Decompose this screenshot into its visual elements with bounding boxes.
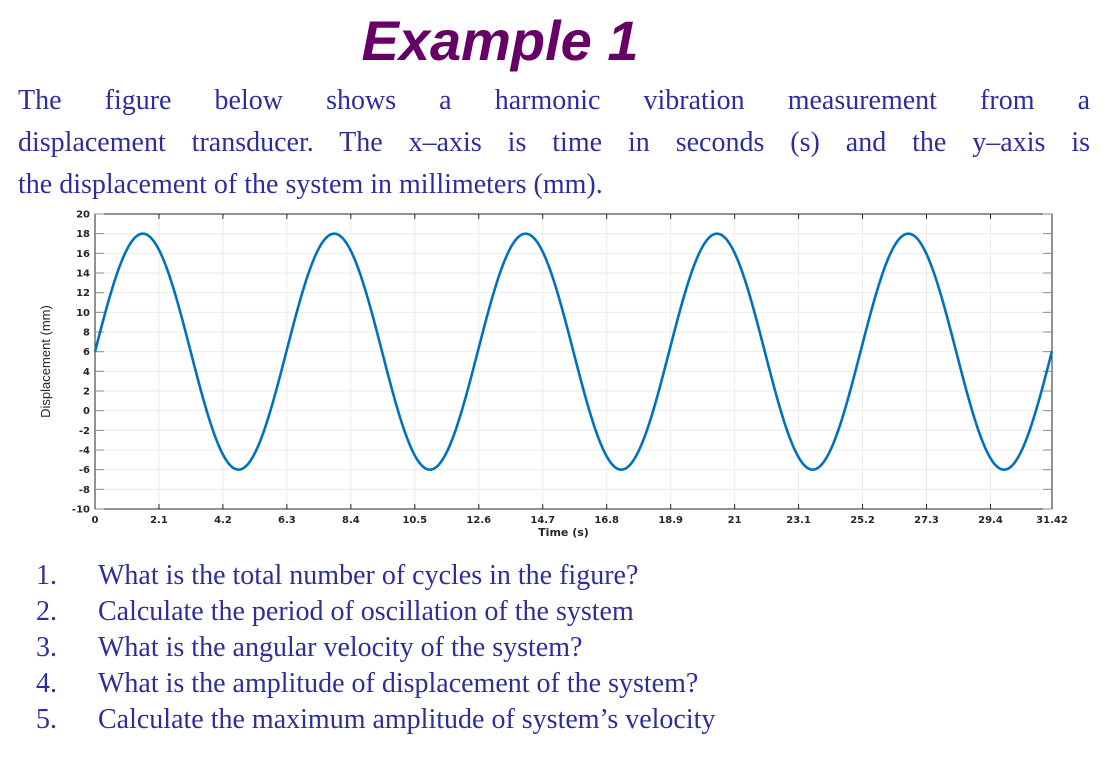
y-tick-label: -2 — [79, 426, 90, 437]
question-item: 4. What is the amplitude of displacement … — [36, 666, 715, 702]
intro-line-1: The figure below shows a harmonic vibrat… — [18, 85, 1090, 116]
x-tick-label: 23.1 — [786, 515, 811, 526]
x-tick-label: 4.2 — [214, 515, 232, 526]
displacement-chart: 0 2.1 4.2 6.3 8.4 10.5 12.6 14.7 16.8 18.9 21 23.1 2… — [38, 210, 1068, 540]
x-tick-label: 14.7 — [530, 515, 555, 526]
question-text: What is the angular velocity of the syst… — [98, 632, 583, 663]
x-tick-label: 2.1 — [150, 515, 168, 526]
x-tick-label: 31.42 — [1036, 515, 1068, 526]
y-tick-label: 4 — [83, 367, 90, 378]
x-tick-label: 6.3 — [278, 515, 296, 526]
y-tick-label: 12 — [76, 288, 90, 299]
intro-line-2: displacement transducer. The x–axis is t… — [18, 127, 1090, 158]
question-text: What is the amplitude of displacement of… — [98, 668, 699, 699]
y-tick-label: -8 — [79, 485, 90, 496]
question-number: 1. — [36, 560, 57, 591]
y-tick-labels: -10 -8 -6 -4 -2 0 2 4 6 8 10 12 14 16 18 20 — [72, 210, 90, 516]
x-tick-label: 18.9 — [658, 515, 683, 526]
question-number: 2. — [36, 596, 57, 627]
question-number: 5. — [36, 704, 57, 735]
y-tick-label: 20 — [76, 210, 90, 221]
ticks — [94, 213, 1053, 510]
question-item: 1. What is the total number of cycles in … — [36, 558, 715, 594]
y-tick-label: -4 — [79, 446, 90, 457]
slide-title: Example 1 — [361, 9, 639, 72]
y-tick-label: 8 — [83, 328, 90, 339]
y-tick-label: 18 — [76, 229, 90, 240]
x-tick-label: 25.2 — [850, 515, 875, 526]
question-list: 1. What is the total number of cycles in … — [36, 558, 715, 738]
y-tick-label: 16 — [76, 249, 90, 260]
x-tick-label: 10.5 — [402, 515, 427, 526]
y-tick-label: 6 — [83, 347, 90, 358]
x-tick-label: 16.8 — [594, 515, 619, 526]
question-number: 4. — [36, 668, 57, 699]
plot-frame — [94, 213, 1053, 510]
x-tick-label: 8.4 — [342, 515, 360, 526]
x-tick-label: 29.4 — [978, 515, 1003, 526]
question-item: 2. Calculate the period of oscillation of… — [36, 594, 715, 630]
question-item: 3. What is the angular velocity of the sy… — [36, 630, 715, 666]
x-tick-label: 27.3 — [914, 515, 939, 526]
y-tick-label: -10 — [72, 505, 90, 516]
question-text: What is the total number of cycles in th… — [98, 560, 639, 591]
x-tick-labels: 0 2.1 4.2 6.3 8.4 10.5 12.6 14.7 16.8 18.9 21 23.1 2… — [92, 515, 1068, 526]
intro-paragraph: The figure below shows a harmonic vibrat… — [18, 80, 1090, 206]
x-axis-label: Time (s) — [538, 526, 589, 539]
y-tick-label: 0 — [83, 406, 90, 417]
y-tick-label: -6 — [79, 465, 90, 476]
question-number: 3. — [36, 632, 57, 663]
x-tick-label: 0 — [92, 515, 99, 526]
y-axis-label: Displacement (mm) — [38, 305, 53, 418]
y-tick-label: 10 — [76, 308, 90, 319]
question-text: Calculate the maximum amplitude of syste… — [98, 704, 716, 735]
question-text: Calculate the period of oscillation of t… — [98, 596, 634, 627]
y-tick-label: 2 — [83, 387, 90, 398]
question-item: 5. Calculate the maximum amplitude of sys… — [36, 702, 715, 738]
x-tick-label: 21 — [728, 515, 742, 526]
y-tick-label: 14 — [76, 269, 90, 280]
grid-lines — [95, 214, 1052, 509]
x-tick-label: 12.6 — [466, 515, 491, 526]
